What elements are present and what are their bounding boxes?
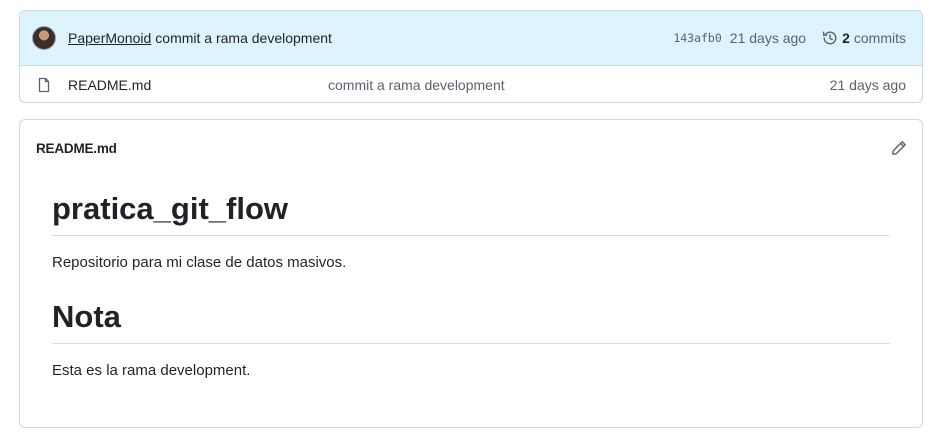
history-icon [822, 31, 837, 45]
commits-label: commits [853, 30, 906, 46]
file-browser: PaperMonoid commit a rama development 14… [19, 10, 923, 103]
file-row: README.md commit a rama development 21 d… [20, 66, 922, 102]
commit-meta: 143afb0 21 days ago 2 commits [673, 30, 906, 46]
file-age: 21 days ago [829, 76, 906, 93]
commits-history-link[interactable]: 2 commits [822, 30, 906, 46]
commit-message[interactable]: commit a rama development [155, 30, 332, 46]
readme-filename[interactable]: README.md [36, 141, 117, 156]
latest-commit-bar: PaperMonoid commit a rama development 14… [20, 11, 922, 66]
file-commit-message[interactable]: commit a rama development [328, 77, 505, 93]
readme-section-text: Esta es la rama development. [52, 362, 251, 379]
readme-description: Repositorio para mi clase de datos masiv… [52, 253, 347, 271]
commit-age: 21 days ago [729, 30, 807, 46]
commit-author-link[interactable]: PaperMonoid [68, 30, 151, 46]
readme-heading-nota: Nota [52, 298, 890, 344]
readme-header: README.md [20, 120, 922, 176]
readme-content: pratica_git_flow Repositorio para mi cla… [20, 190, 922, 383]
readme-heading-title: pratica_git_flow [52, 190, 890, 236]
pencil-icon [892, 141, 906, 155]
readme-panel: README.md pratica_git_flow Repositorio p… [19, 119, 923, 428]
edit-file-button[interactable] [888, 137, 910, 159]
file-icon [38, 77, 50, 92]
commit-sha[interactable]: 143afb0 [673, 31, 721, 45]
file-name-link[interactable]: README.md [68, 77, 328, 93]
commits-count: 2 [842, 30, 850, 46]
avatar[interactable] [32, 26, 56, 50]
